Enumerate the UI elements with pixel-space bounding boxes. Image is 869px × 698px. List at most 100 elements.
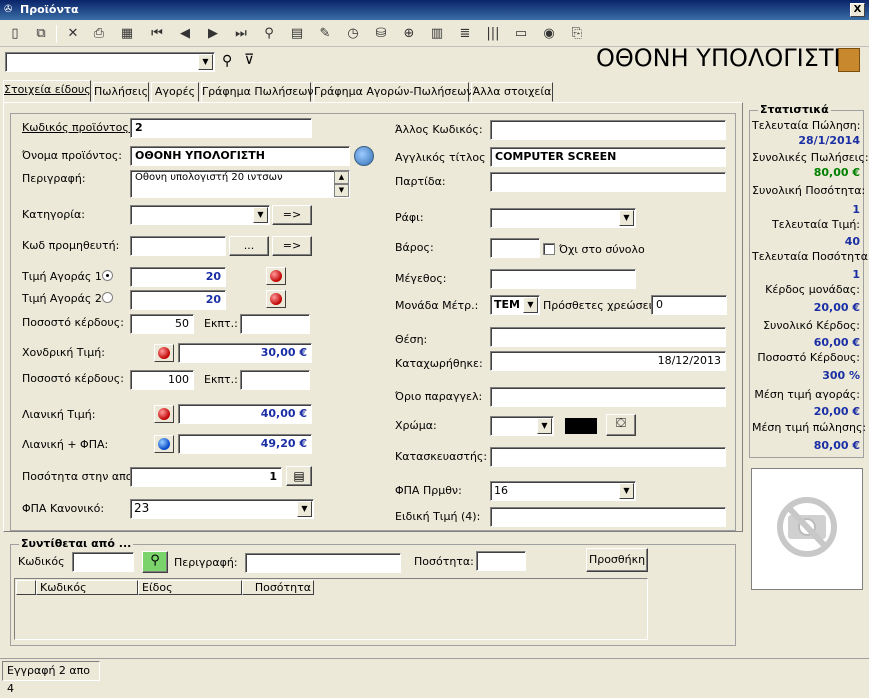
- chevron-down-icon[interactable]: ▼: [253, 207, 268, 223]
- tab-sales-chart[interactable]: Γράφημα Πωλήσεων: [201, 82, 314, 102]
- delete-icon[interactable]: ✕: [62, 23, 84, 45]
- registered-field[interactable]: 18/12/2013: [490, 351, 726, 371]
- stock-field[interactable]: 1: [130, 467, 282, 487]
- retail-calc-button[interactable]: [154, 405, 174, 423]
- category-combo[interactable]: ▼: [130, 205, 270, 225]
- tab-sales[interactable]: Πωλήσεις: [93, 82, 149, 102]
- batch-field[interactable]: [490, 172, 726, 192]
- manufacturer-field[interactable]: [490, 447, 726, 467]
- clock-icon[interactable]: ◷: [342, 23, 364, 45]
- components-list[interactable]: Κωδικός Είδος Ποσότητα: [14, 578, 648, 640]
- buy-price-2-field[interactable]: 20: [130, 290, 226, 310]
- retail-vat-field[interactable]: 49,20 €: [178, 434, 312, 454]
- buy-price-1-radio[interactable]: [102, 270, 113, 281]
- list-header-qty[interactable]: Ποσότητα: [242, 580, 314, 595]
- name-field[interactable]: ΟΘΟΝΗ ΥΠΟΛΟΓΙΣΤΗ: [130, 146, 350, 166]
- buy-price-2-label: Τιμή Αγοράς 2: [22, 292, 102, 305]
- buy-price-2-calc-button[interactable]: [266, 290, 286, 308]
- chevron-down-icon[interactable]: ▼: [523, 297, 538, 313]
- special-price-field[interactable]: [490, 507, 726, 527]
- product-image[interactable]: [751, 468, 863, 590]
- record-search-combo[interactable]: ▼: [5, 52, 215, 72]
- extra-charges-field[interactable]: 0: [651, 295, 727, 315]
- add-component-button[interactable]: Προσθήκη: [586, 548, 648, 572]
- tab-item-details[interactable]: Στοιχεία είδους: [3, 80, 91, 102]
- compose-qty-field[interactable]: [476, 551, 526, 571]
- chevron-down-icon[interactable]: ▼: [619, 483, 634, 499]
- globe-icon[interactable]: [354, 146, 374, 166]
- printer-icon[interactable]: ⎙: [88, 23, 110, 45]
- first-record-icon[interactable]: ⏮: [146, 23, 168, 45]
- list-header-item[interactable]: Είδος: [138, 580, 242, 595]
- compose-desc-field[interactable]: [245, 553, 401, 573]
- report-icon[interactable]: ▥: [426, 23, 448, 45]
- buy-price-1-field[interactable]: 20: [130, 267, 226, 287]
- chevron-down-icon[interactable]: ▼: [619, 210, 634, 226]
- category-open-button[interactable]: =>: [272, 205, 312, 225]
- paint-bucket-icon[interactable]: ⛋: [606, 414, 636, 436]
- tab-other-details[interactable]: Άλλα στοιχεία: [471, 82, 553, 102]
- wholesale-field[interactable]: 30,00 €: [178, 343, 312, 363]
- close-button[interactable]: X: [850, 3, 865, 17]
- retail-field[interactable]: 40,00 €: [178, 404, 312, 424]
- compose-search-icon[interactable]: ⚲: [142, 551, 168, 573]
- list-header-code[interactable]: Κωδικός: [36, 580, 138, 595]
- buy-price-2-radio[interactable]: [102, 292, 113, 303]
- vat-prmthn-combo[interactable]: 16 ▼: [490, 481, 636, 501]
- retail-vat-calc-button[interactable]: [154, 435, 174, 453]
- calculator-icon[interactable]: ▤: [286, 23, 308, 45]
- chevron-down-icon[interactable]: ▼: [198, 54, 213, 70]
- last-record-icon[interactable]: ⏭: [230, 23, 252, 45]
- search-record-icon[interactable]: ⚲: [258, 23, 280, 45]
- list-header-blank[interactable]: [16, 580, 36, 595]
- supplier-browse-button[interactable]: ...: [229, 236, 269, 256]
- label-icon[interactable]: ▭: [510, 23, 532, 45]
- shelf-combo[interactable]: ▼: [490, 208, 636, 228]
- find-icon[interactable]: ⚲: [222, 53, 232, 69]
- chevron-down-icon[interactable]: ▼: [297, 501, 312, 517]
- stat-profit-pct-label: Ποσοστό Κέρδους:: [757, 351, 860, 364]
- supplier-field[interactable]: [130, 236, 226, 256]
- scroll-up-icon[interactable]: ▲: [334, 171, 349, 184]
- link-icon[interactable]: ✎: [314, 23, 336, 45]
- discount-1-field[interactable]: [240, 314, 310, 334]
- code-field[interactable]: 2: [130, 118, 312, 138]
- profit-percent-2-field[interactable]: 100: [130, 370, 194, 390]
- new-doc-icon[interactable]: ▯: [4, 23, 26, 45]
- wholesale-calc-button[interactable]: [154, 344, 174, 362]
- chevron-down-icon[interactable]: ▼: [537, 418, 552, 434]
- size-field[interactable]: [490, 269, 636, 289]
- position-field[interactable]: [490, 327, 726, 347]
- unit-combo[interactable]: ΤΕΜ ▼: [490, 295, 540, 315]
- barcode-icon[interactable]: |||: [482, 23, 504, 45]
- description-field[interactable]: Οθονη υπολογιστή 20 ιντσων: [130, 170, 350, 198]
- scroll-down-icon[interactable]: ▼: [334, 184, 349, 197]
- buy-price-1-calc-button[interactable]: [266, 267, 286, 285]
- db-icon[interactable]: ⛁: [370, 23, 392, 45]
- weight-field[interactable]: [490, 238, 540, 258]
- copy-doc-icon[interactable]: ⧉: [30, 23, 52, 45]
- network-icon[interactable]: ⊕: [398, 23, 420, 45]
- window-titlebar: ✇ Προϊόντα X: [0, 0, 869, 20]
- next-record-icon[interactable]: ▶: [202, 23, 224, 45]
- color-combo[interactable]: ▼: [490, 416, 554, 436]
- other-code-field[interactable]: [490, 120, 726, 140]
- layers-icon[interactable]: ≣: [454, 23, 476, 45]
- vat-combo[interactable]: 23 ▼: [130, 499, 314, 519]
- discount-2-field[interactable]: [240, 370, 310, 390]
- profit-percent-1-field[interactable]: 50: [130, 314, 194, 334]
- reorder-field[interactable]: [490, 387, 726, 407]
- tab-purchases[interactable]: Αγορές: [151, 82, 199, 102]
- not-in-total-checkbox[interactable]: [543, 243, 555, 255]
- filter-icon[interactable]: ⊽: [244, 52, 254, 68]
- english-title-field[interactable]: COMPUTER SCREEN: [490, 147, 726, 167]
- refresh-icon[interactable]: ◉: [538, 23, 560, 45]
- compose-code-field[interactable]: [72, 552, 134, 572]
- prev-record-icon[interactable]: ◀: [174, 23, 196, 45]
- supplier-open-button[interactable]: =>: [272, 236, 312, 256]
- tab-purchases-sales-chart[interactable]: Γράφημα Αγορών-Πωλήσεων: [313, 82, 473, 102]
- grid-icon[interactable]: ▦: [116, 23, 138, 45]
- stock-calc-icon[interactable]: ▤: [286, 466, 312, 486]
- pdf-icon[interactable]: ⎘: [566, 23, 588, 45]
- supplier-label: Κωδ προμηθευτή:: [22, 239, 120, 252]
